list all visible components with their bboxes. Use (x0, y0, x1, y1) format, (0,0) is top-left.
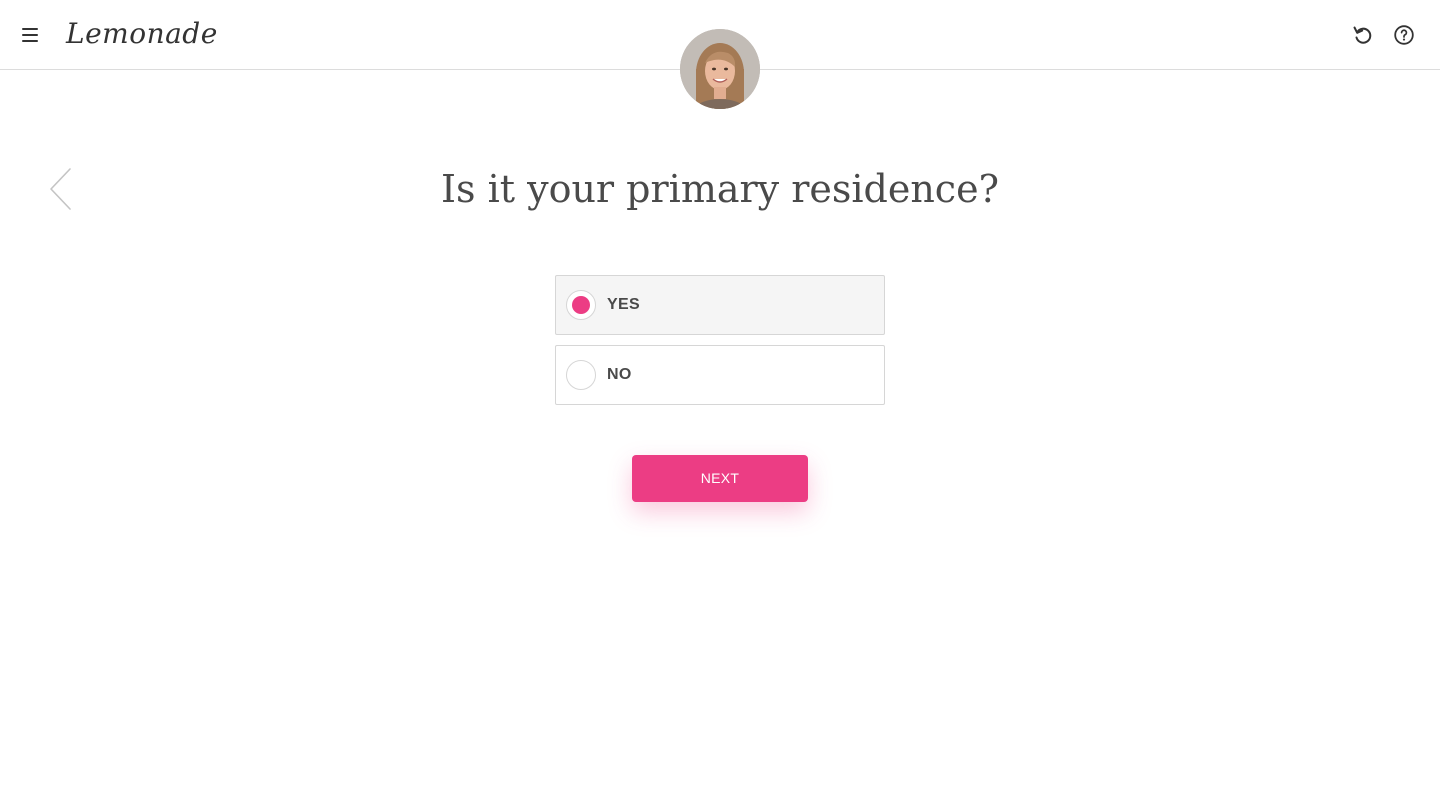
option-no[interactable]: NO (555, 345, 885, 405)
radio-button[interactable] (566, 360, 596, 390)
radio-selected-dot (572, 296, 590, 314)
radio-button-selected[interactable] (566, 290, 596, 320)
option-label: YES (607, 296, 640, 313)
help-icon[interactable] (1392, 23, 1416, 47)
hamburger-menu-icon[interactable] (18, 23, 42, 47)
assistant-avatar (680, 29, 760, 109)
option-label: NO (607, 366, 632, 383)
restart-icon[interactable] (1351, 23, 1375, 47)
lemonade-logo[interactable]: Lemonade (66, 14, 218, 54)
question-heading: Is it your primary residence? (441, 167, 999, 211)
next-button[interactable]: NEXT (632, 455, 808, 502)
option-yes[interactable]: YES (555, 275, 885, 335)
